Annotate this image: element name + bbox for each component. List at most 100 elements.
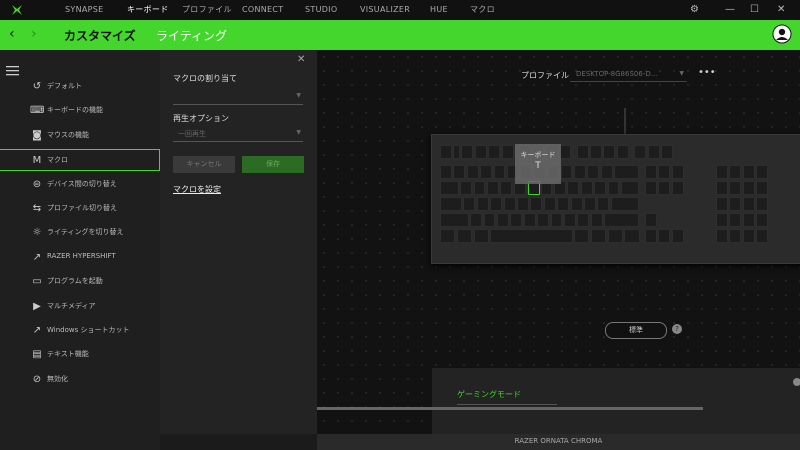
- keyboard-key[interactable]: [590, 145, 602, 159]
- back-arrow-icon[interactable]: ‹: [9, 26, 15, 42]
- horizontal-scrollbar[interactable]: [317, 407, 703, 410]
- keyboard-key[interactable]: [490, 229, 573, 243]
- keyboard-key[interactable]: [567, 181, 580, 195]
- sidebar-item[interactable]: ☼ ライティングを切り替え: [0, 222, 160, 244]
- keyboard-key[interactable]: [557, 197, 570, 211]
- numpad-key[interactable]: [716, 213, 728, 227]
- close-icon[interactable]: ✕: [777, 3, 785, 17]
- keyboard-key[interactable]: [645, 165, 657, 179]
- forward-arrow-icon[interactable]: ›: [31, 26, 37, 42]
- keyboard-key[interactable]: [466, 165, 479, 179]
- keyboard-key[interactable]: [474, 145, 487, 159]
- keyboard-key[interactable]: [671, 165, 684, 179]
- keyboard-key[interactable]: [440, 229, 456, 243]
- sidebar-item[interactable]: ⊘ 無効化: [0, 369, 160, 391]
- numpad-key[interactable]: [742, 197, 755, 211]
- numpad-key[interactable]: [729, 197, 742, 211]
- keyboard-key[interactable]: [645, 181, 657, 195]
- numpad-key[interactable]: [756, 229, 769, 243]
- nav-tab-profile[interactable]: プロファイル: [182, 0, 232, 20]
- keyboard-key[interactable]: [440, 181, 459, 195]
- cancel-button[interactable]: キャンセル: [173, 156, 235, 173]
- sidebar-item[interactable]: ↺ デフォルト: [0, 76, 160, 98]
- keyboard-key[interactable]: [647, 145, 660, 159]
- keyboard-key[interactable]: [440, 213, 469, 227]
- maximize-icon[interactable]: ☐: [750, 3, 759, 17]
- keyboard-key[interactable]: [440, 165, 452, 179]
- keyboard-key[interactable]: [607, 229, 623, 243]
- numpad-key[interactable]: [716, 165, 728, 179]
- playback-option-dropdown[interactable]: 一回再生 ▼: [173, 127, 303, 142]
- nav-tab-studio[interactable]: STUDIO: [305, 0, 337, 20]
- numpad-key[interactable]: [729, 213, 742, 227]
- numpad-key[interactable]: [716, 197, 728, 211]
- keyboard-key[interactable]: [658, 181, 671, 195]
- numpad-key[interactable]: [756, 181, 769, 195]
- sidebar-item[interactable]: ⇆ プロファイル切り替え: [0, 198, 160, 220]
- keyboard-key[interactable]: [620, 181, 640, 195]
- sidebar-item[interactable]: ⌨ キーボードの機能: [0, 100, 160, 122]
- numpad-key[interactable]: [756, 197, 769, 211]
- numpad-key[interactable]: [756, 213, 769, 227]
- keyboard-key[interactable]: [600, 165, 613, 179]
- keyboard-key[interactable]: [594, 181, 606, 195]
- keyboard-key[interactable]: [645, 229, 657, 243]
- keyboard-key[interactable]: [563, 213, 576, 227]
- profile-dropdown[interactable]: DESKTOP-8G86S06-D... ▼: [570, 67, 687, 82]
- nav-tab-hue[interactable]: HUE: [430, 0, 448, 20]
- keyboard-key[interactable]: [603, 145, 616, 159]
- nav-tab-synapse[interactable]: SYNAPSE: [65, 0, 103, 20]
- keyboard-key[interactable]: [671, 181, 684, 195]
- info-dot-icon[interactable]: [793, 378, 800, 386]
- help-icon[interactable]: ?: [672, 324, 682, 334]
- keyboard-key[interactable]: [456, 229, 472, 243]
- keyboard-key[interactable]: [453, 145, 460, 159]
- standard-button[interactable]: 標準: [605, 322, 667, 339]
- numpad-key[interactable]: [756, 165, 769, 179]
- nav-tab-keyboard[interactable]: キーボード: [127, 0, 169, 20]
- keyboard-key[interactable]: [658, 165, 671, 179]
- keyboard-key[interactable]: [510, 213, 523, 227]
- keyboard-key[interactable]: [496, 213, 509, 227]
- keyboard-key[interactable]: [634, 145, 647, 159]
- sidebar-item[interactable]: ◙ マウスの機能: [0, 125, 160, 147]
- keyboard-key[interactable]: [473, 229, 489, 243]
- macro-assign-dropdown[interactable]: ▼: [173, 90, 303, 105]
- numpad-key[interactable]: [742, 229, 755, 243]
- keyboard-key[interactable]: [461, 145, 474, 159]
- keyboard-key[interactable]: [501, 145, 514, 159]
- keyboard-key[interactable]: [500, 181, 513, 195]
- keyboard-key[interactable]: [476, 197, 489, 211]
- sidebar-item[interactable]: ↗ RAZER HYPERSHIFT: [0, 247, 160, 269]
- keyboard-key[interactable]: [661, 145, 673, 159]
- keyboard-key[interactable]: [614, 165, 640, 179]
- keyboard-key[interactable]: [543, 197, 556, 211]
- keyboard-key[interactable]: [440, 145, 452, 159]
- numpad-key[interactable]: [729, 229, 742, 243]
- keyboard-key[interactable]: [607, 181, 620, 195]
- keyboard-key[interactable]: [604, 213, 640, 227]
- hamburger-menu-icon[interactable]: [6, 66, 20, 76]
- numpad-key[interactable]: [729, 181, 742, 195]
- numpad-key[interactable]: [742, 213, 755, 227]
- keyboard-key[interactable]: [550, 213, 563, 227]
- keyboard-key[interactable]: [658, 229, 671, 243]
- keyboard-key[interactable]: [503, 197, 516, 211]
- keyboard-key[interactable]: [671, 229, 684, 243]
- keyboard-key[interactable]: [560, 165, 573, 179]
- keyboard-key[interactable]: [473, 181, 486, 195]
- keyboard-key[interactable]: [470, 213, 483, 227]
- panel-close-icon[interactable]: ✕: [297, 54, 305, 65]
- keyboard-key[interactable]: [463, 197, 476, 211]
- macro-settings-link[interactable]: マクロを設定: [173, 184, 221, 195]
- keyboard-key[interactable]: [574, 165, 586, 179]
- keyboard-key[interactable]: [645, 213, 657, 227]
- tab-customize[interactable]: カスタマイズ: [64, 27, 136, 44]
- sidebar-item[interactable]: ⊜ デバイス間の切り替え: [0, 174, 160, 196]
- keyboard-key[interactable]: [576, 145, 589, 159]
- keyboard-key[interactable]: [523, 213, 536, 227]
- keyboard-key[interactable]: [483, 213, 496, 227]
- keyboard-key[interactable]: [493, 165, 506, 179]
- keyboard-key[interactable]: [530, 197, 543, 211]
- keyboard-key[interactable]: [453, 165, 466, 179]
